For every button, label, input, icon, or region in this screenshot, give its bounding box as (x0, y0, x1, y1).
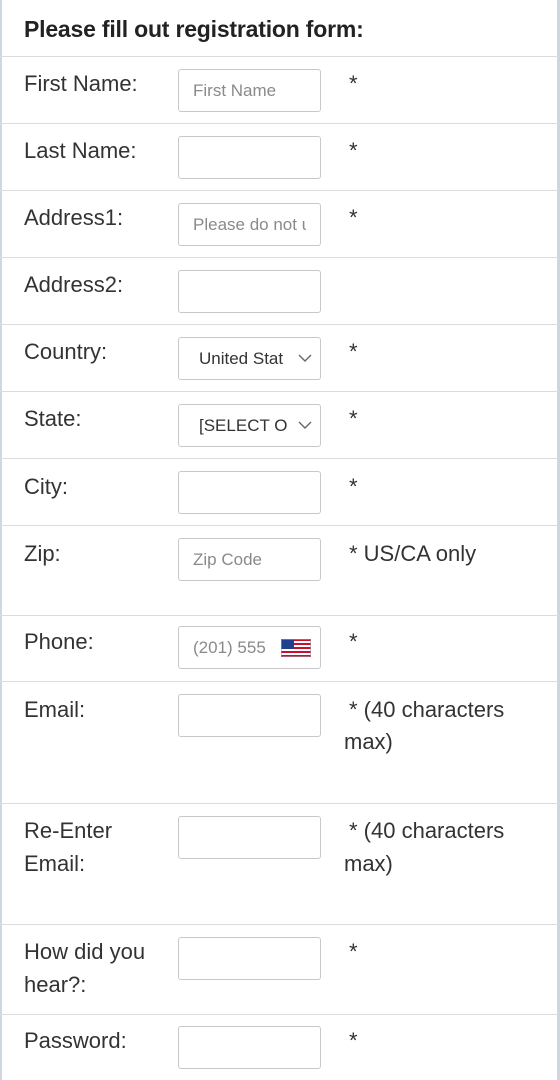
reenter-email-note-line1: * (40 characters (349, 818, 505, 843)
password-label: Password: (24, 1028, 127, 1053)
last-name-field-wrap (178, 136, 321, 179)
how-heard-label-line2: hear?: (24, 972, 87, 997)
state-select[interactable]: [SELECT OI (178, 404, 321, 447)
row-last-name: Last Name: * (0, 124, 559, 191)
row-address1: Address1: * (0, 191, 559, 258)
row-email: Email: * (40 characters max) (0, 682, 559, 804)
phone-label: Phone: (24, 629, 94, 654)
chevron-down-icon (298, 354, 312, 362)
us-flag-icon[interactable] (281, 639, 311, 657)
address1-field-wrap (178, 203, 321, 246)
phone-field-wrap (178, 626, 321, 669)
row-country: Country: United Stat * (0, 325, 559, 392)
first-name-field-wrap (178, 69, 321, 112)
first-name-label: First Name: (24, 71, 138, 96)
email-field-wrap (178, 694, 321, 737)
phone-required-mark: * (349, 629, 358, 654)
zip-label: Zip: (24, 541, 61, 566)
row-city: City: * (0, 459, 559, 526)
row-password: Password: * (0, 1015, 559, 1080)
how-heard-label-line1: How did you (24, 939, 146, 964)
address1-required-mark: * (349, 205, 358, 230)
form-header: Please fill out registration form: (0, 0, 559, 57)
zip-field-wrap (178, 538, 321, 581)
state-required-mark: * (349, 406, 358, 431)
password-field-wrap (178, 1026, 321, 1069)
chevron-down-icon (298, 421, 312, 429)
row-first-name: First Name: * (0, 57, 559, 124)
country-select[interactable]: United Stat (178, 337, 321, 380)
first-name-required-mark: * (349, 71, 358, 96)
row-address2: Address2: (0, 258, 559, 325)
reenter-email-input[interactable] (179, 817, 320, 858)
row-reenter-email: Re-Enter Email: * (40 characters max) (0, 804, 559, 925)
country-required-mark: * (349, 339, 358, 364)
first-name-input[interactable] (179, 70, 320, 111)
reenter-email-note-line2: max) (344, 851, 393, 876)
email-note-line2: max) (344, 729, 393, 754)
state-label: State: (24, 406, 82, 431)
last-name-input[interactable] (179, 137, 320, 178)
state-select-value: [SELECT OI (199, 416, 287, 435)
email-note-line1: * (40 characters (349, 697, 505, 722)
last-name-label: Last Name: (24, 138, 137, 163)
email-label: Email: (24, 697, 86, 722)
address2-input[interactable] (179, 271, 320, 312)
form-title: Please fill out registration form: (24, 16, 364, 42)
city-label: City: (24, 474, 68, 499)
country-select-value: United Stat (199, 349, 284, 368)
how-heard-required-mark: * (349, 939, 358, 964)
last-name-required-mark: * (349, 138, 358, 163)
city-input[interactable] (179, 472, 320, 513)
zip-required-note: * US/CA only (349, 541, 477, 566)
city-field-wrap (178, 471, 321, 514)
reenter-email-label-line1: Re-Enter (24, 818, 113, 843)
city-required-mark: * (349, 474, 358, 499)
address1-input[interactable] (179, 204, 320, 245)
reenter-email-field-wrap (178, 816, 321, 859)
email-input[interactable] (179, 695, 320, 736)
row-how-heard: How did you hear?: * (0, 925, 559, 1015)
how-heard-input[interactable] (179, 938, 320, 979)
country-label: Country: (24, 339, 108, 364)
address2-field-wrap (178, 270, 321, 313)
password-input[interactable] (179, 1027, 320, 1068)
address2-label: Address2: (24, 272, 124, 297)
row-state: State: [SELECT OI * (0, 392, 559, 459)
zip-input[interactable] (179, 539, 320, 580)
reenter-email-label-line2: Email: (24, 851, 86, 876)
password-required-mark: * (349, 1028, 358, 1053)
address1-label: Address1: (24, 205, 124, 230)
how-heard-field-wrap (178, 937, 321, 980)
row-phone: Phone: * (0, 616, 559, 682)
row-zip: Zip: * US/CA only (0, 526, 559, 616)
